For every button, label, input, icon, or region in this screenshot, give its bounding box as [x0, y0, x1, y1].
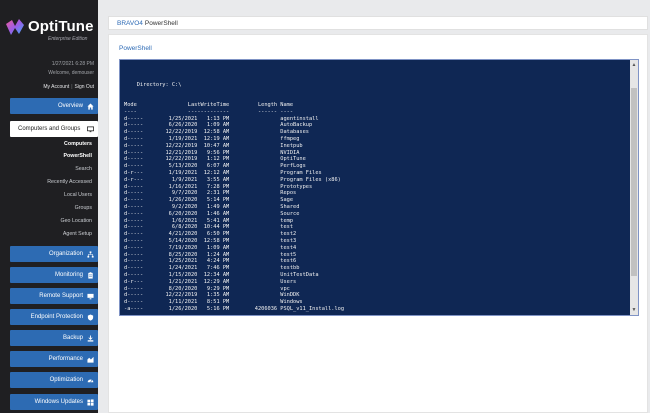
desktop-icon [87, 293, 94, 299]
nav-windows-updates-label: Windows Updates [34, 399, 83, 405]
nav-endpoint-protection[interactable]: Endpoint Protection [10, 309, 98, 325]
logo-text: OptiTune [28, 18, 94, 35]
terminal-line: d-r--- 1/19/2021 12:12 AM Program Files [124, 169, 322, 176]
logo[interactable]: OptiTune Enterprise Edition [4, 14, 96, 48]
nav-remote-support[interactable]: Remote Support [10, 288, 98, 304]
sub-powershell[interactable]: PowerShell [63, 153, 92, 159]
powershell-terminal[interactable]: Directory: C:\ Mode LastWriteTime Length… [119, 59, 639, 316]
terminal-line: d----- 7/19/2020 1:09 AM test4 [124, 244, 297, 251]
divider: | [71, 84, 73, 90]
area-chart-icon [87, 356, 94, 363]
sub-geo-location[interactable]: Geo Location [60, 218, 92, 224]
nav-remote-support-label: Remote Support [39, 293, 83, 299]
terminal-line: d-r--- 1/21/2021 12:29 AM Users [124, 278, 297, 285]
nav-performance[interactable]: Performance [10, 351, 98, 367]
terminal-line: -a---- 1/26/2020 5:16 PM 4206036 PSQL_v1… [124, 305, 345, 312]
terminal-line: d----- 6/20/2020 1:46 AM Source [124, 210, 300, 217]
terminal-line: ---- ------------- ------ ---- [124, 108, 294, 115]
terminal-line: d----- 5/13/2020 6:07 AM PerfLogs [124, 163, 306, 170]
scroll-thumb[interactable] [631, 88, 637, 276]
terminal-line: d----- 8/25/2020 1:24 AM test5 [124, 251, 297, 258]
home-icon [87, 102, 94, 110]
sub-local-users[interactable]: Local Users [64, 192, 92, 198]
sign-out-link[interactable]: Sign Out [75, 84, 94, 90]
sub-recently-accessed[interactable]: Recently Accessed [47, 179, 92, 185]
nav-monitoring[interactable]: Monitoring [10, 267, 98, 283]
monitor-icon [87, 125, 94, 132]
terminal-line: d----- 1/15/2020 12:34 AM UnitTestData [124, 271, 319, 278]
terminal-line: d----- 9/2/2020 1:49 AM Shared [124, 203, 300, 210]
sub-groups[interactable]: Groups [75, 205, 92, 211]
terminal-line: d----- 1/16/2021 7:28 PM Prototypes [124, 183, 313, 190]
nav-computers-and-groups[interactable]: Computers and Groups [10, 121, 98, 137]
terminal-line: d----- 12/22/2019 1:12 PM OptiTune [124, 156, 306, 163]
terminal-line: d----- 12/21/2019 9:56 PM NVIDIA [124, 149, 300, 156]
terminal-line: d----- 1/24/2021 7:46 PM testbb [124, 265, 300, 272]
nav-computers-and-groups-label: Computers and Groups [18, 126, 81, 132]
nav-optimization[interactable]: Optimization [10, 372, 98, 388]
powershell-panel: PowerShell Directory: C:\ Mode LastWrite… [108, 34, 648, 413]
nav-optimization-label: Optimization [49, 377, 83, 383]
terminal-line: d----- 12/22/2019 1:35 AM WinDDK [124, 292, 300, 299]
sidebar: OptiTune Enterprise Edition 1/27/2021 6:… [0, 0, 98, 413]
sub-search[interactable]: Search [75, 166, 92, 172]
sub-computers[interactable]: Computers [64, 141, 92, 147]
logo-subtitle: Enterprise Edition [48, 36, 88, 42]
nav-windows-updates[interactable]: Windows Updates [10, 394, 98, 410]
breadcrumb-current: PowerShell [144, 19, 178, 27]
download-icon [87, 334, 94, 342]
breadcrumb: BRAVO4 PowerShell [108, 16, 648, 30]
terminal-output[interactable]: Directory: C:\ Mode LastWriteTime Length… [124, 68, 620, 313]
terminal-line: d----- 1/19/2021 12:19 AM ffmpeg [124, 135, 300, 142]
page-title: PowerShell [119, 45, 152, 52]
nav-backup-label: Backup [62, 335, 83, 341]
terminal-line: Mode LastWriteTime Length Name [124, 101, 294, 108]
current-datetime: 1/27/2021 6:28 PM [51, 61, 94, 67]
terminal-line: d----- 1/25/2021 1:13 PM agentinstall [124, 115, 319, 122]
account-links: My Account | Sign Out [43, 84, 94, 90]
optitune-logo-icon [6, 19, 24, 35]
nav-overview-label: Overview [57, 103, 83, 109]
clipboard-icon [88, 271, 93, 279]
terminal-line: d----- 6/8/2020 10:44 PM test [124, 224, 294, 231]
terminal-line: d----- 12/22/2019 12:58 AM Databases [124, 129, 309, 136]
sitemap-icon [87, 250, 94, 258]
terminal-line: d----- 1/25/2021 4:24 PM test6 [124, 258, 297, 265]
scroll-down-arrow-icon[interactable]: ▼ [631, 307, 637, 313]
scroll-up-arrow-icon[interactable]: ▲ [631, 62, 637, 68]
nav-performance-label: Performance [48, 356, 83, 362]
terminal-line: d----- 8/20/2020 9:29 PM vpc [124, 285, 290, 292]
nav-backup[interactable]: Backup [10, 330, 98, 346]
shield-icon [87, 313, 94, 321]
windows-icon [87, 398, 94, 406]
terminal-scrollbar[interactable]: ▲ ▼ [630, 60, 638, 315]
nav-monitoring-label: Monitoring [54, 272, 83, 278]
terminal-line: d----- 5/14/2020 12:58 PM test3 [124, 237, 297, 244]
terminal-line: Directory: C:\ [124, 81, 182, 88]
welcome-text: Welcome, demouser [48, 70, 94, 76]
nav-endpoint-protection-label: Endpoint Protection [30, 314, 83, 320]
terminal-line: d----- 9/7/2020 2:31 PM Repos [124, 190, 297, 197]
terminal-line: d-r--- 1/9/2021 3:55 AM Program Files (x… [124, 176, 341, 183]
breadcrumb-computer-link[interactable]: BRAVO4 [117, 20, 143, 27]
nav-organization-label: Organization [48, 251, 83, 257]
nav-organization[interactable]: Organization [10, 246, 98, 262]
terminal-line: d----- 12/22/2019 10:47 AM Inetpub [124, 142, 303, 149]
terminal-line: d----- 4/21/2020 6:50 PM test2 [124, 231, 297, 238]
gauge-icon [87, 378, 94, 382]
nav-overview[interactable]: Overview [10, 98, 98, 114]
sub-agent-setup[interactable]: Agent Setup [63, 231, 92, 237]
my-account-link[interactable]: My Account [43, 84, 69, 90]
terminal-line: d----- 1/26/2020 5:14 PM Sage [124, 197, 294, 204]
terminal-line: d----- 1/6/2021 5:41 AM temp [124, 217, 294, 224]
terminal-line: d----- 1/11/2021 8:51 PM Windows [124, 299, 303, 306]
terminal-line: d----- 6/26/2020 1:09 AM AutoBackup [124, 122, 313, 129]
